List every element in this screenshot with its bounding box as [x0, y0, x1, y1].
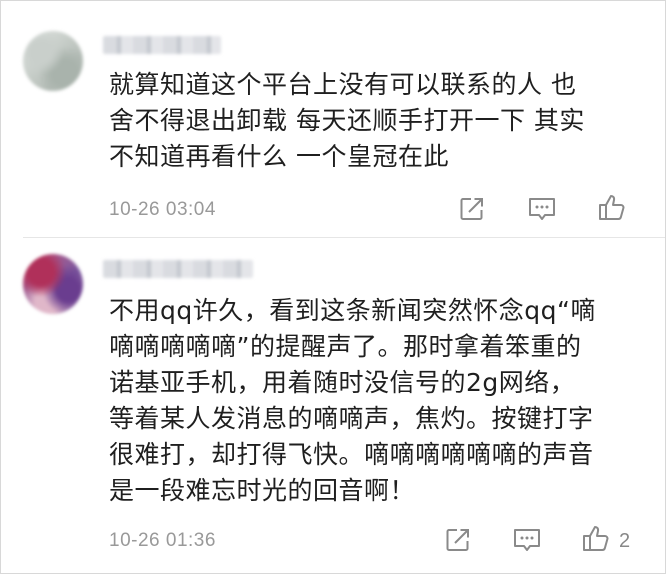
comment-text-line: 不知道再看什么 一个皇冠在此	[109, 142, 449, 171]
share-icon	[446, 529, 469, 551]
thumbs-up-icon	[599, 195, 625, 220]
comment-timestamp: 10-26 03:04	[109, 199, 216, 220]
avatar[interactable]	[23, 254, 83, 314]
comment-bubble-icon	[529, 198, 555, 220]
comment-text-line: 是一段难忘时光的回音啊！	[109, 476, 416, 505]
comment-text-line: 很难打，却打得飞快。嘀嘀嘀嘀嘀嘀的声音	[109, 440, 594, 469]
avatar[interactable]	[23, 31, 83, 91]
comment-text-line: 诺基亚手机，用着随时没信号的2g网络，	[109, 368, 576, 397]
comment-bubble-icon	[514, 529, 540, 551]
username-obscured[interactable]	[103, 36, 221, 54]
comment-text-line: 不用qq许久，看到这条新闻突然怀念qq“嘀	[109, 296, 596, 325]
comment-text-line: 舍不得退出卸载 每天还顺手打开一下 其实	[109, 106, 585, 135]
comment-text: 就算知道这个平台上没有可以联系的人 也 舍不得退出卸载 每天还顺手打开一下 其实…	[109, 67, 627, 175]
comment-text-line: 等着某人发消息的嘀嘀声，焦灼。按键打字	[109, 404, 594, 433]
reply-button[interactable]	[527, 194, 557, 224]
share-icon	[460, 198, 483, 220]
like-button[interactable]	[597, 192, 627, 222]
like-count: 2	[619, 530, 631, 552]
comment-list: 就算知道这个平台上没有可以联系的人 也 舍不得退出卸载 每天还顺手打开一下 其实…	[0, 0, 666, 574]
share-button[interactable]	[457, 194, 487, 224]
reply-button[interactable]	[512, 525, 542, 555]
comment-text: 不用qq许久，看到这条新闻突然怀念qq“嘀 嘀嘀嘀嘀嘀”的提醒声了。那时拿着笨重…	[109, 293, 627, 509]
comment-text-line: 嘀嘀嘀嘀嘀”的提醒声了。那时拿着笨重的	[109, 332, 582, 361]
divider	[23, 237, 665, 238]
username-obscured[interactable]	[103, 260, 253, 278]
thumbs-up-icon	[583, 526, 609, 551]
comment-timestamp: 10-26 01:36	[109, 530, 216, 551]
like-button[interactable]	[581, 523, 611, 553]
comment-item: 就算知道这个平台上没有可以联系的人 也 舍不得退出卸载 每天还顺手打开一下 其实…	[1, 1, 665, 237]
comment-text-line: 就算知道这个平台上没有可以联系的人 也	[109, 70, 577, 99]
share-button[interactable]	[443, 525, 473, 555]
